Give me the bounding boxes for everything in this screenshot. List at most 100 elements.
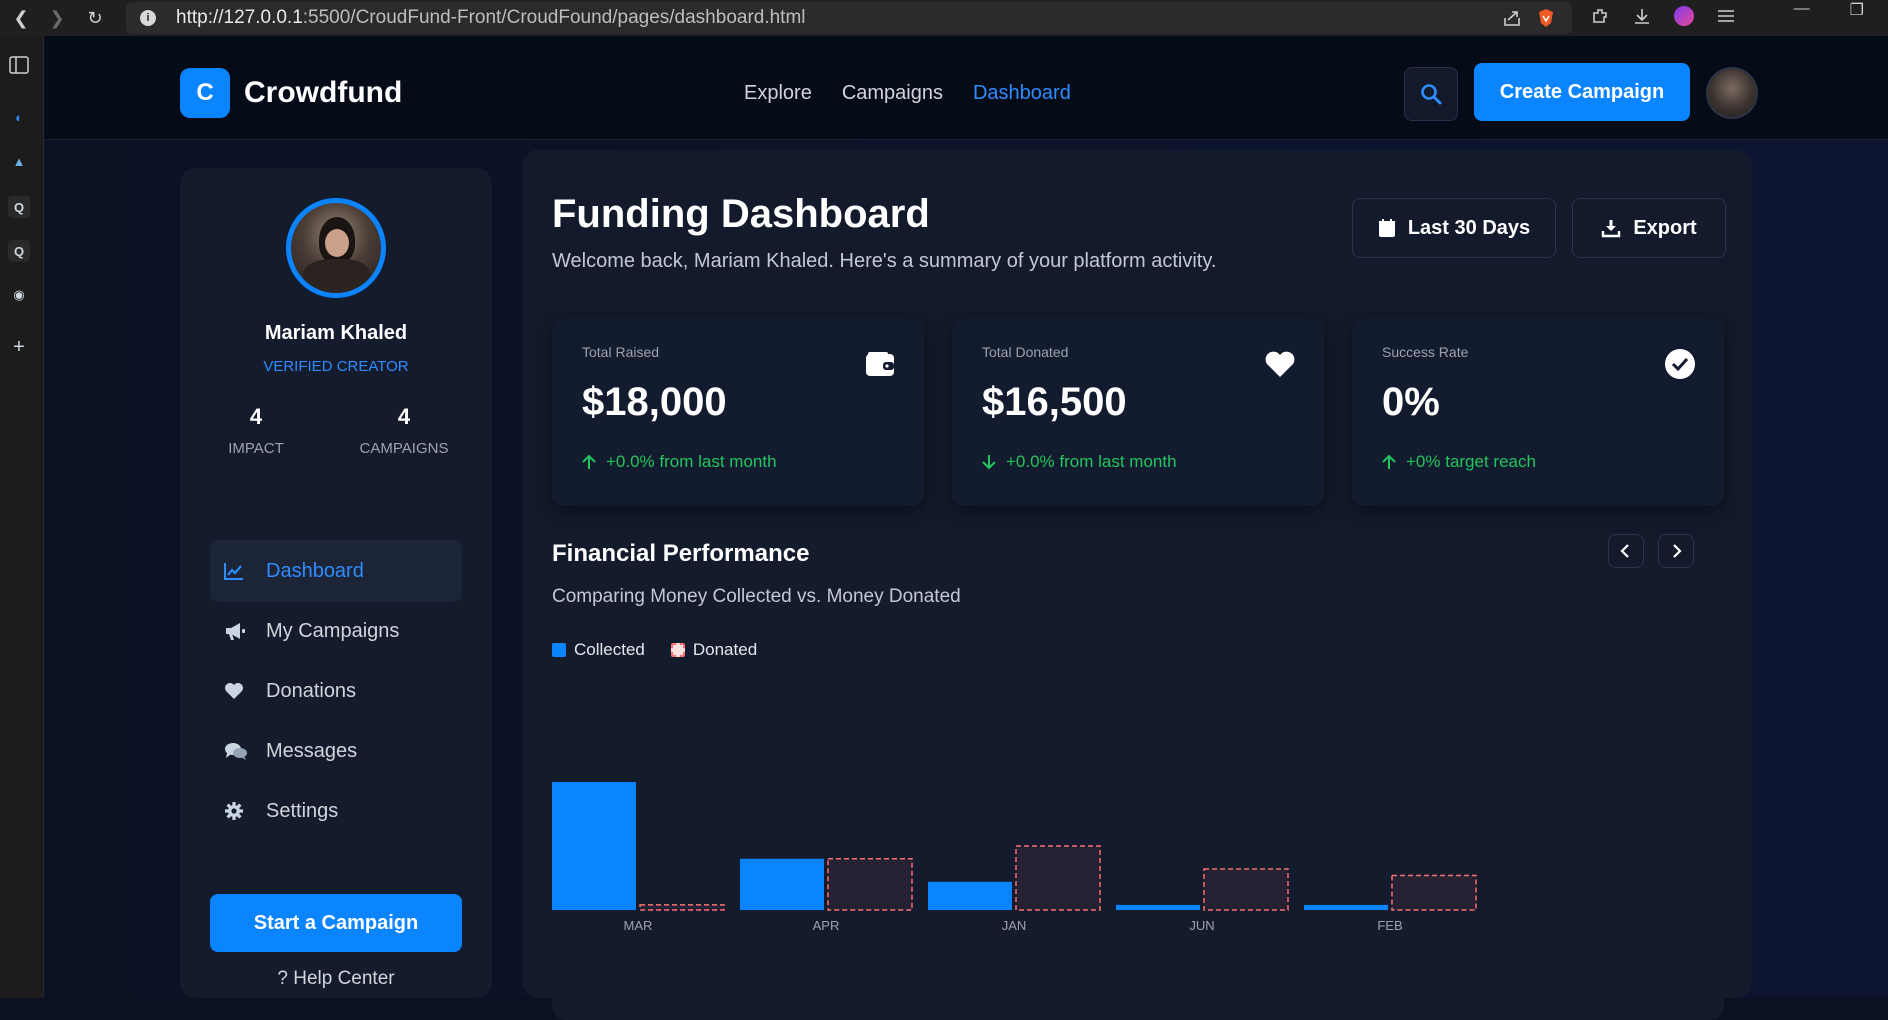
sidebar-item-dashboard[interactable]: Dashboard [210,540,462,602]
profile-icon[interactable] [1674,6,1694,26]
nav-link-explore[interactable]: Explore [744,82,812,105]
card-label: Total Raised [582,344,659,360]
card-value: 0% [1382,380,1440,425]
menu-icon[interactable] [1716,6,1736,26]
pinned-site-icon[interactable]: Q [8,196,30,218]
financial-chart: MAR APR JAN JUN FEB [552,680,1662,1020]
sidebar-item-messages[interactable]: Messages [210,720,462,782]
chart-line-icon [224,562,250,580]
bar-collected[interactable] [928,882,1012,910]
address-bar[interactable]: i http://127.0.0.1:5500/CroudFund-Front/… [126,2,1572,34]
bar-collected[interactable] [1304,905,1388,910]
sidebar-item-label: Settings [266,800,338,823]
nav-link-dashboard[interactable]: Dashboard [973,82,1071,105]
profile-avatar [286,198,386,298]
minimize-icon[interactable]: — [1794,0,1810,20]
download-icon[interactable] [1632,6,1652,26]
check-circle-icon [1664,348,1696,380]
sidebar: Mariam Khaled VERIFIED CREATOR 4 IMPACT … [180,168,492,998]
help-center-link[interactable]: ? Help Center [180,968,492,990]
export-button[interactable]: Export [1572,198,1726,258]
gear-icon [224,801,250,821]
sidebar-item-label: My Campaigns [266,620,399,643]
card-trend: +0.0% from last month [582,452,777,472]
logo-mark[interactable]: C [180,68,230,118]
bar-collected[interactable] [552,782,636,910]
chevron-left-icon [1620,544,1632,558]
bar-donated[interactable] [828,859,912,910]
x-tick-label: MAR [624,918,653,933]
bar-donated[interactable] [1016,846,1100,910]
extensions-icon[interactable] [1590,6,1610,26]
export-label: Export [1633,217,1696,240]
bar-donated[interactable] [1392,875,1476,910]
stat-card-total-donated: Total Donated $16,500 +0.0% from last mo… [952,318,1324,506]
brave-shield-icon[interactable] [1536,8,1556,28]
logo-text[interactable]: Crowdfund [244,76,402,110]
nav-links: Explore Campaigns Dashboard [744,82,1071,105]
reload-icon[interactable]: ↻ [80,3,110,33]
prev-button[interactable] [1608,534,1644,568]
pinned-site-icon[interactable]: ▲ [8,150,30,172]
x-tick-label: APR [813,918,840,933]
wallet-icon [864,348,896,380]
card-label: Total Donated [982,344,1068,360]
globe-icon[interactable]: ◉ [8,284,30,306]
stat-impact: 4 IMPACT [228,404,284,457]
profile-name: Mariam Khaled [180,322,492,345]
card-value: $18,000 [582,380,727,425]
card-trend-text: +0.0% from last month [1006,452,1177,472]
info-icon[interactable]: i [140,10,156,26]
stat-label: IMPACT [228,440,284,457]
bar-donated[interactable] [1204,869,1288,910]
restore-icon[interactable]: ❐ [1850,0,1864,20]
x-tick-label: JAN [1002,918,1027,933]
back-icon[interactable]: ❮ [6,3,36,33]
arrow-up-icon [1382,454,1396,470]
nav-link-campaigns[interactable]: Campaigns [842,82,943,105]
heart-icon [224,682,250,700]
x-tick-label: JUN [1189,918,1214,933]
x-tick-label: FEB [1377,918,1402,933]
legend-label: Donated [693,640,757,660]
pinned-site-icon[interactable]: Q [8,240,30,262]
forward-icon[interactable]: ❯ [42,3,72,33]
sidebar-item-label: Donations [266,680,356,703]
sidebar-toggle-icon[interactable] [8,54,30,76]
stat-value: 4 [228,404,284,430]
pinned-site-icon[interactable]: ◐ [8,106,30,128]
card-trend-text: +0.0% from last month [606,452,777,472]
stat-campaigns: 4 CAMPAIGNS [356,404,452,457]
legend-swatch [552,643,566,657]
date-range-button[interactable]: Last 30 Days [1352,198,1556,258]
legend-item-donated[interactable]: Donated [671,640,757,660]
sidebar-item-my-campaigns[interactable]: My Campaigns [210,600,462,662]
legend-label: Collected [574,640,645,660]
section-subtitle: Comparing Money Collected vs. Money Dona… [552,586,961,608]
share-icon[interactable] [1502,8,1522,28]
url-path: :5500/CroudFund-Front/CroudFound/pages/d… [303,7,806,29]
page-title: Funding Dashboard [552,192,930,237]
bar-collected[interactable] [1116,905,1200,910]
legend-item-collected[interactable]: Collected [552,640,645,660]
calendar-icon [1378,218,1396,238]
stat-card-success-rate: Success Rate 0% +0% target reach [1352,318,1724,506]
bar-collected[interactable] [740,859,824,910]
create-campaign-button[interactable]: Create Campaign [1474,63,1690,121]
main-panel: Funding Dashboard Welcome back, Mariam K… [522,150,1752,998]
sidebar-item-settings[interactable]: Settings [210,780,462,842]
avatar[interactable] [1706,67,1758,119]
sidebar-item-donations[interactable]: Donations [210,660,462,722]
sidebar-item-label: Messages [266,740,357,763]
profile-role: VERIFIED CREATOR [180,358,492,375]
app: C Crowdfund Explore Campaigns Dashboard … [44,36,1888,998]
add-panel-icon[interactable]: + [8,336,30,358]
megaphone-icon [224,621,250,641]
bar-donated[interactable] [640,905,724,910]
start-campaign-button[interactable]: Start a Campaign [210,894,462,952]
next-button[interactable] [1658,534,1694,568]
download-icon [1601,218,1621,238]
section-title: Financial Performance [552,540,809,568]
url-host: http://127.0.0.1 [176,7,303,29]
search-button[interactable] [1404,67,1458,121]
